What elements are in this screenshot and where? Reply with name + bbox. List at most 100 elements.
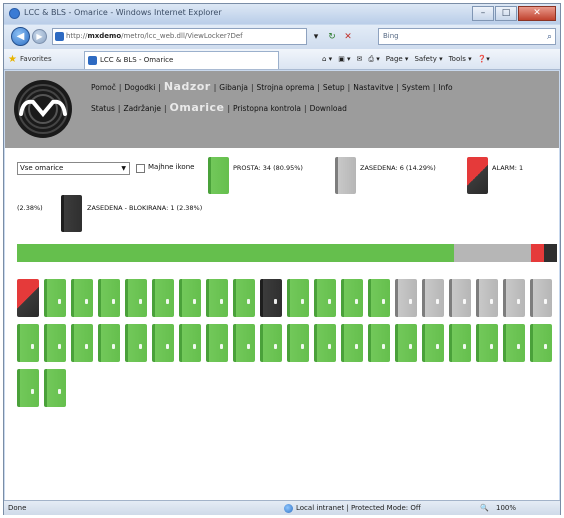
locker-handle-icon	[31, 389, 34, 394]
page-content: Pomoč | Dogodki | Nadzor | Gibanja | Strojna opr…	[5, 71, 559, 500]
locker-free[interactable]	[44, 369, 66, 407]
subnav-item-pristopna-kontrola[interactable]: Pristopna kontrola	[233, 104, 301, 113]
nav-item-pomo-[interactable]: Pomoč	[91, 83, 116, 92]
tab-title: LCC & BLS - Omarice	[100, 56, 174, 64]
locker-free[interactable]	[368, 279, 390, 317]
close-button[interactable]: ✕	[518, 6, 556, 21]
locker-free[interactable]	[98, 324, 120, 362]
nav-item-dogodki[interactable]: Dogodki	[124, 83, 155, 92]
locker-occupied[interactable]	[395, 279, 417, 317]
locker-free[interactable]	[449, 324, 471, 362]
subnav-item-omarice[interactable]: Omarice	[170, 101, 225, 114]
stop-icon[interactable]: ✕	[342, 31, 354, 43]
locker-free[interactable]	[98, 279, 120, 317]
nav-item-nadzor[interactable]: Nadzor	[164, 80, 211, 93]
chevron-down-icon: ▼	[121, 165, 126, 172]
mail-icon[interactable]: ✉	[357, 52, 363, 67]
locker-free[interactable]	[206, 324, 228, 362]
locker-free[interactable]	[179, 279, 201, 317]
search-icon[interactable]: ⌕	[547, 30, 552, 45]
locker-free[interactable]	[125, 324, 147, 362]
back-button[interactable]: ◀	[11, 27, 30, 46]
locker-occupied[interactable]	[422, 279, 444, 317]
subnav-item-download[interactable]: Download	[310, 104, 347, 113]
print-icon[interactable]: ⎙ ▾	[368, 52, 379, 67]
subnav-item-status[interactable]: Status	[91, 104, 115, 113]
locker-occupied[interactable]	[449, 279, 471, 317]
locker-alarm[interactable]	[17, 279, 39, 317]
search-placeholder: Bing	[383, 32, 399, 40]
locker-free[interactable]	[341, 324, 363, 362]
nav-item-nastavitve[interactable]: Nastavitve	[353, 83, 393, 92]
locker-free[interactable]	[341, 279, 363, 317]
subnav-item-zadr-anje[interactable]: Zadržanje	[123, 104, 161, 113]
locker-handle-icon	[544, 344, 547, 349]
locker-free[interactable]	[422, 324, 444, 362]
small-icons-checkbox[interactable]	[136, 164, 145, 173]
locker-free[interactable]	[314, 324, 336, 362]
feeds-icon[interactable]: ▣ ▾	[338, 52, 350, 67]
locker-free[interactable]	[179, 324, 201, 362]
locker-handle-icon	[166, 344, 169, 349]
locker-free[interactable]	[44, 279, 66, 317]
nav-item-setup[interactable]: Setup	[323, 83, 345, 92]
nav-item-strojna-oprema[interactable]: Strojna oprema	[256, 83, 314, 92]
locker-handle-icon	[139, 344, 142, 349]
menu-safety[interactable]: Safety ▾	[414, 52, 442, 67]
locker-handle-icon	[382, 299, 385, 304]
locker-free[interactable]	[17, 324, 39, 362]
zone-text: Local intranet | Protected Mode: Off	[296, 504, 421, 512]
minimize-button[interactable]: –	[472, 6, 494, 21]
nav-separator: |	[227, 104, 230, 113]
locker-occupied[interactable]	[476, 279, 498, 317]
locker-free[interactable]	[125, 279, 147, 317]
zoom-level[interactable]: 100%	[496, 501, 516, 515]
url-field[interactable]: http://mxdemo/metro/lcc_web.dll/ViewLock…	[52, 28, 307, 45]
locker-handle-icon	[58, 299, 61, 304]
locker-occupied[interactable]	[503, 279, 525, 317]
browser-tab[interactable]: LCC & BLS - Omarice	[84, 51, 279, 69]
locker-free[interactable]	[206, 279, 228, 317]
small-icons-label: Majhne ikone	[148, 163, 195, 171]
locker-handle-icon	[247, 344, 250, 349]
locker-free[interactable]	[287, 324, 309, 362]
locker-free[interactable]	[314, 279, 336, 317]
locker-handle-icon	[382, 344, 385, 349]
nav-item-gibanja[interactable]: Gibanja	[219, 83, 248, 92]
dropdown-arrow-icon[interactable]: ▾	[310, 31, 322, 43]
locker-free[interactable]	[260, 324, 282, 362]
locker-free[interactable]	[503, 324, 525, 362]
search-box[interactable]: Bing ⌕	[378, 28, 556, 45]
locker-occupied[interactable]	[530, 279, 552, 317]
locker-blocked[interactable]	[260, 279, 282, 317]
locker-free[interactable]	[233, 324, 255, 362]
locker-filter-select[interactable]: Vse omarice ▼	[17, 162, 130, 175]
menu-tools[interactable]: Tools ▾	[449, 52, 472, 67]
home-icon[interactable]: ⌂ ▾	[322, 52, 332, 67]
locker-free[interactable]	[71, 324, 93, 362]
favorites-bar: ★ Favorites LCC & BLS - Omarice ⌂ ▾ ▣ ▾ …	[4, 49, 560, 70]
url-rest: /metro/lcc_web.dll/ViewLocker?Def	[121, 32, 243, 40]
locker-free[interactable]	[17, 369, 39, 407]
favorites-button[interactable]: ★ Favorites	[8, 52, 52, 67]
locker-free[interactable]	[287, 279, 309, 317]
locker-free[interactable]	[233, 279, 255, 317]
locker-free[interactable]	[44, 324, 66, 362]
locker-free[interactable]	[152, 324, 174, 362]
maximize-button[interactable]: □	[495, 6, 517, 21]
locker-free[interactable]	[152, 279, 174, 317]
zoom-icon[interactable]: 🔍	[480, 501, 489, 515]
locker-free[interactable]	[395, 324, 417, 362]
locker-free[interactable]	[530, 324, 552, 362]
locker-free[interactable]	[368, 324, 390, 362]
nav-item-system[interactable]: System	[402, 83, 430, 92]
menu-page[interactable]: Page ▾	[386, 52, 409, 67]
forward-button[interactable]: ▶	[32, 29, 47, 44]
legend-alarm-label: ALARM: 1	[492, 164, 524, 172]
locker-free[interactable]	[71, 279, 93, 317]
nav-item-info[interactable]: Info	[438, 83, 452, 92]
locker-free[interactable]	[476, 324, 498, 362]
command-bar: ⌂ ▾ ▣ ▾ ✉ ⎙ ▾ Page ▾ Safety ▾ Tools ▾ ❓▾	[322, 52, 490, 67]
help-icon[interactable]: ❓▾	[478, 52, 490, 67]
refresh-icon[interactable]: ↻	[326, 31, 338, 43]
